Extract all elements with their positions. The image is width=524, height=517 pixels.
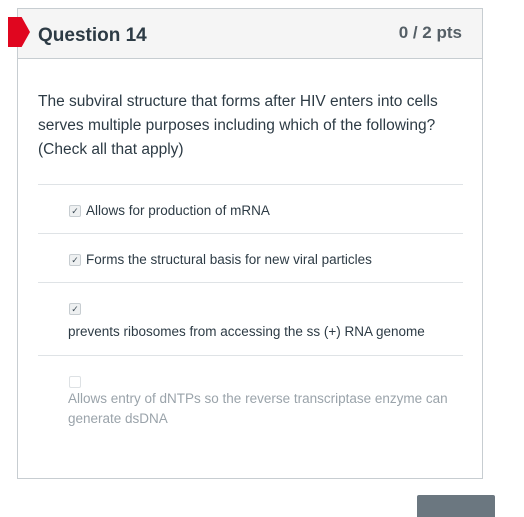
answer-option[interactable]: ✓ Forms the structural basis for new vir… bbox=[38, 233, 463, 282]
checkbox-checked-icon[interactable]: ✓ bbox=[69, 254, 81, 266]
answer-option[interactable]: ✓ Allows for production of mRNA bbox=[38, 184, 463, 233]
question-prompt: The subviral structure that forms after … bbox=[38, 93, 438, 158]
answer-option[interactable]: Allows entry of dNTPs so the reverse tra… bbox=[38, 355, 463, 445]
answer-label: Allows entry of dNTPs so the reverse tra… bbox=[68, 391, 448, 426]
checkbox-empty-icon[interactable] bbox=[69, 376, 81, 388]
answer-list: ✓ Allows for production of mRNA ✓ Forms … bbox=[38, 184, 463, 445]
answer-label: Allows for production of mRNA bbox=[86, 203, 270, 218]
question-card: Question 14 0 / 2 pts The subviral struc… bbox=[8, 8, 483, 479]
quiz-page: Question 14 0 / 2 pts The subviral struc… bbox=[0, 0, 524, 517]
answer-label: Forms the structural basis for new viral… bbox=[86, 252, 372, 267]
question-points: 0 / 2 pts bbox=[398, 23, 462, 42]
flag-icon[interactable] bbox=[8, 17, 30, 47]
question-header: Question 14 0 / 2 pts bbox=[8, 9, 482, 59]
next-button[interactable] bbox=[417, 495, 495, 517]
answer-label: prevents ribosomes from accessing the ss… bbox=[68, 324, 425, 339]
checkbox-checked-icon[interactable]: ✓ bbox=[69, 205, 81, 217]
question-title: Question 14 bbox=[38, 25, 147, 46]
answer-option[interactable]: ✓ prevents ribosomes from accessing the … bbox=[38, 282, 463, 355]
checkbox-checked-icon[interactable]: ✓ bbox=[69, 303, 81, 315]
